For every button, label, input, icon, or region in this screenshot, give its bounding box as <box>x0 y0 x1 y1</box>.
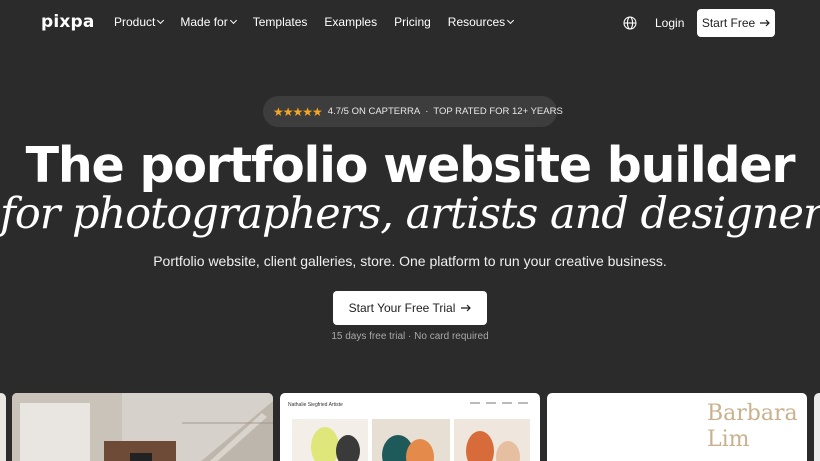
nav-item-templates[interactable]: Templates <box>253 15 308 29</box>
interior-photo <box>12 393 273 461</box>
nav-item-made-for[interactable]: Made for <box>180 15 237 29</box>
top-nav: pixpa Product Made for Templates Example… <box>0 0 820 46</box>
showcase-card-barbara-lim[interactable]: Barbara Lim <box>547 393 807 461</box>
chevron-down-icon <box>229 16 237 25</box>
arrow-right-icon <box>760 19 771 27</box>
card-site-nav <box>470 402 528 404</box>
rating-text: 4.7/5 ON CAPTERRA <box>327 106 421 117</box>
trial-note: 15 days free trial · No card required <box>331 331 489 342</box>
pixpa-logo[interactable]: pixpa <box>41 12 95 32</box>
card-site-title: Nathalie Siegfried Artiste <box>288 402 343 408</box>
showcase-card-partial-left[interactable] <box>0 393 6 461</box>
globe-icon[interactable] <box>623 16 637 30</box>
hero-subtitle: for photographers, artists and designers <box>0 189 820 239</box>
chevron-down-icon <box>157 16 165 25</box>
nav-item-product[interactable]: Product <box>114 15 165 29</box>
nav-item-examples[interactable]: Examples <box>324 15 377 29</box>
nav-item-pricing[interactable]: Pricing <box>394 15 431 29</box>
card-site-name: Barbara Lim <box>707 401 798 452</box>
login-link[interactable]: Login <box>655 16 684 30</box>
capterra-rating-badge: ★★★★★ 4.7/5 ON CAPTERRA · TOP RATED FOR … <box>263 96 563 127</box>
start-free-trial-button[interactable]: Start Your Free Trial <box>333 291 487 325</box>
showcase-card-artist[interactable]: Nathalie Siegfried Artiste <box>280 393 540 461</box>
start-free-button[interactable]: Start Free <box>697 9 775 37</box>
nav-item-resources[interactable]: Resources <box>448 15 515 29</box>
star-rating-icon: ★★★★★ <box>273 104 323 119</box>
separator: · <box>425 106 429 117</box>
hero-tagline: Portfolio website, client galleries, sto… <box>153 253 667 269</box>
chevron-down-icon <box>507 16 515 25</box>
showcase-card-interior[interactable] <box>12 393 273 461</box>
arrow-right-icon <box>461 304 472 312</box>
award-text: TOP RATED FOR 12+ YEARS <box>433 106 563 117</box>
showcase-card-partial-right[interactable] <box>814 393 820 461</box>
main-menu: Product Made for Templates Examples Pric… <box>114 15 530 29</box>
artwork-gallery <box>292 419 530 461</box>
